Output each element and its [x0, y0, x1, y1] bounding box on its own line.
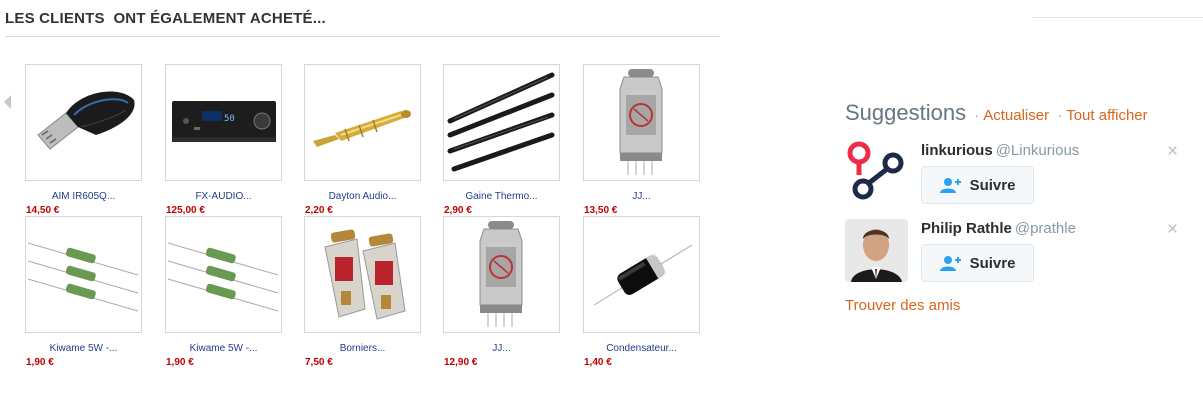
product-image[interactable] [304, 64, 421, 181]
product-image[interactable]: 50 [165, 64, 282, 181]
product-image[interactable] [583, 216, 700, 333]
view-all-link[interactable]: Tout afficher [1066, 107, 1147, 124]
follow-button[interactable]: Suivre [921, 166, 1034, 204]
find-friends-link[interactable]: Trouver des amis [845, 297, 960, 314]
product-card[interactable]: Borniers... 7,50 € [304, 216, 421, 371]
follow-label: Suivre [969, 254, 1016, 272]
product-name[interactable]: Dayton Audio... [304, 191, 421, 203]
product-card[interactable]: JJ... 13,50 € [583, 64, 700, 219]
user-handle: @Linkurious [995, 142, 1080, 159]
product-price: 12,90 € [444, 357, 478, 368]
product-name[interactable]: Gaine Thermo... [443, 191, 560, 203]
product-price: 1,40 € [584, 357, 612, 368]
product-card[interactable]: Kiwame 5W -... 1,90 € [25, 216, 142, 371]
product-name[interactable]: Borniers... [304, 343, 421, 355]
chevron-left-icon[interactable] [4, 95, 11, 109]
close-icon[interactable]: × [1167, 220, 1178, 239]
person-photo-icon[interactable] [845, 219, 908, 282]
product-card[interactable]: Gaine Thermo... 2,90 € [443, 64, 560, 219]
user-handle: @prathle [1014, 220, 1076, 237]
product-price: 1,90 € [26, 357, 54, 368]
add-user-icon [939, 256, 961, 271]
section-title: LES CLIENTS ONT ÉGALEMENT ACHETÉ... [5, 10, 326, 27]
product-name[interactable]: AIM IR605Q... [25, 191, 142, 203]
section-divider [5, 36, 720, 37]
svg-text:50: 50 [224, 114, 235, 124]
linkurious-logo-icon[interactable] [845, 141, 908, 204]
add-user-icon [939, 178, 961, 193]
separator: · [1057, 107, 1063, 123]
product-card[interactable]: JJ... 12,90 € [443, 216, 560, 371]
separator: · [974, 107, 980, 123]
user-name[interactable]: linkurious @Linkurious [921, 142, 1079, 159]
product-price: 7,50 € [305, 357, 333, 368]
product-name[interactable]: Condensateur... [583, 343, 700, 355]
product-card[interactable]: Dayton Audio... 2,20 € [304, 64, 421, 219]
product-image[interactable] [443, 216, 560, 333]
product-name[interactable]: Kiwame 5W -... [165, 343, 282, 355]
suggestions-header: Suggestions · Actualiser · Tout afficher [845, 100, 1148, 126]
product-name[interactable]: Kiwame 5W -... [25, 343, 142, 355]
product-name[interactable]: JJ... [443, 343, 560, 355]
product-image[interactable] [443, 64, 560, 181]
product-card[interactable]: Condensateur... 1,40 € [583, 216, 700, 371]
product-card[interactable]: AIM IR605Q... 14,50 € [25, 64, 142, 219]
product-image[interactable] [25, 216, 142, 333]
product-name[interactable]: JJ... [583, 191, 700, 203]
product-image[interactable] [583, 64, 700, 181]
close-icon[interactable]: × [1167, 142, 1178, 161]
product-image[interactable] [165, 216, 282, 333]
follow-label: Suivre [969, 176, 1016, 194]
suggestion-item: linkurious @Linkurious Suivre × [845, 141, 1185, 211]
product-price: 1,90 € [166, 357, 194, 368]
follow-button[interactable]: Suivre [921, 244, 1034, 282]
refresh-link[interactable]: Actualiser [983, 107, 1049, 124]
panel-divider [1032, 17, 1203, 18]
product-card[interactable]: Kiwame 5W -... 1,90 € [165, 216, 282, 371]
product-image[interactable] [304, 216, 421, 333]
suggestions-title: Suggestions [845, 100, 967, 125]
product-name[interactable]: FX-AUDIO... [165, 191, 282, 203]
user-name[interactable]: Philip Rathle @prathle [921, 220, 1076, 237]
product-card[interactable]: 50 FX-AUDIO... 125,00 € [165, 64, 282, 219]
product-image[interactable] [25, 64, 142, 181]
suggestion-item: Philip Rathle @prathle Suivre × [845, 219, 1185, 289]
